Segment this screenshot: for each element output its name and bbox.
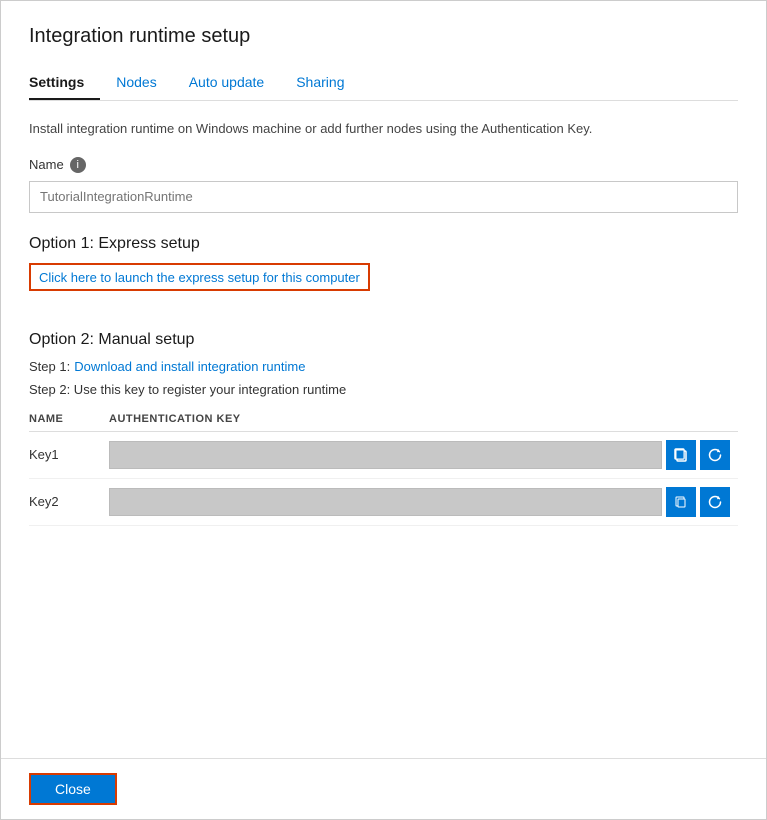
- refresh-icon: [707, 447, 723, 463]
- express-setup-link[interactable]: Click here to launch the express setup f…: [39, 270, 360, 285]
- download-install-link[interactable]: Download and install integration runtime: [74, 359, 305, 374]
- table-row: Key1: [29, 431, 738, 478]
- key1-cell: [109, 431, 738, 478]
- key1-input-bar: [109, 441, 662, 469]
- table-row: Key2: [29, 478, 738, 525]
- option1-heading: Option 1: Express setup: [29, 235, 738, 253]
- step2-text: Step 2: Use this key to register your in…: [29, 382, 346, 397]
- name-label: Name i: [29, 157, 86, 173]
- key2-copy-button[interactable]: [666, 487, 696, 517]
- tab-bar: Settings Nodes Auto update Sharing: [29, 66, 738, 101]
- tab-nodes[interactable]: Nodes: [116, 66, 172, 100]
- tab-settings[interactable]: Settings: [29, 66, 100, 100]
- dialog-footer: Close: [1, 758, 766, 819]
- key1-name: Key1: [29, 431, 109, 478]
- dialog-title: Integration runtime setup: [29, 25, 738, 48]
- name-info-icon[interactable]: i: [70, 157, 86, 173]
- step2-row: Step 2: Use this key to register your in…: [29, 382, 738, 397]
- close-button[interactable]: Close: [29, 773, 117, 805]
- col-key-header: AUTHENTICATION KEY: [109, 407, 738, 432]
- copy-icon: [673, 494, 689, 510]
- step1-row: Step 1: Download and install integration…: [29, 359, 738, 374]
- key2-name: Key2: [29, 478, 109, 525]
- col-name-header: NAME: [29, 407, 109, 432]
- auth-key-table: NAME AUTHENTICATION KEY Key1: [29, 407, 738, 526]
- refresh-icon: [707, 494, 723, 510]
- integration-runtime-dialog: Integration runtime setup Settings Nodes…: [0, 0, 767, 820]
- option2-heading: Option 2: Manual setup: [29, 331, 738, 349]
- key2-input-bar: [109, 488, 662, 516]
- tab-auto-update[interactable]: Auto update: [189, 66, 281, 100]
- key2-refresh-button[interactable]: [700, 487, 730, 517]
- step1-prefix: Step 1:: [29, 359, 70, 374]
- copy-icon: [673, 447, 689, 463]
- express-link-box: Click here to launch the express setup f…: [29, 263, 370, 291]
- dialog-content: Integration runtime setup Settings Nodes…: [1, 1, 766, 758]
- key1-refresh-button[interactable]: [700, 440, 730, 470]
- key2-cell: [109, 478, 738, 525]
- key1-copy-button[interactable]: [666, 440, 696, 470]
- name-label-row: Name i: [29, 157, 738, 177]
- name-input[interactable]: [29, 181, 738, 213]
- tab-sharing[interactable]: Sharing: [296, 66, 360, 100]
- settings-description: Install integration runtime on Windows m…: [29, 119, 738, 139]
